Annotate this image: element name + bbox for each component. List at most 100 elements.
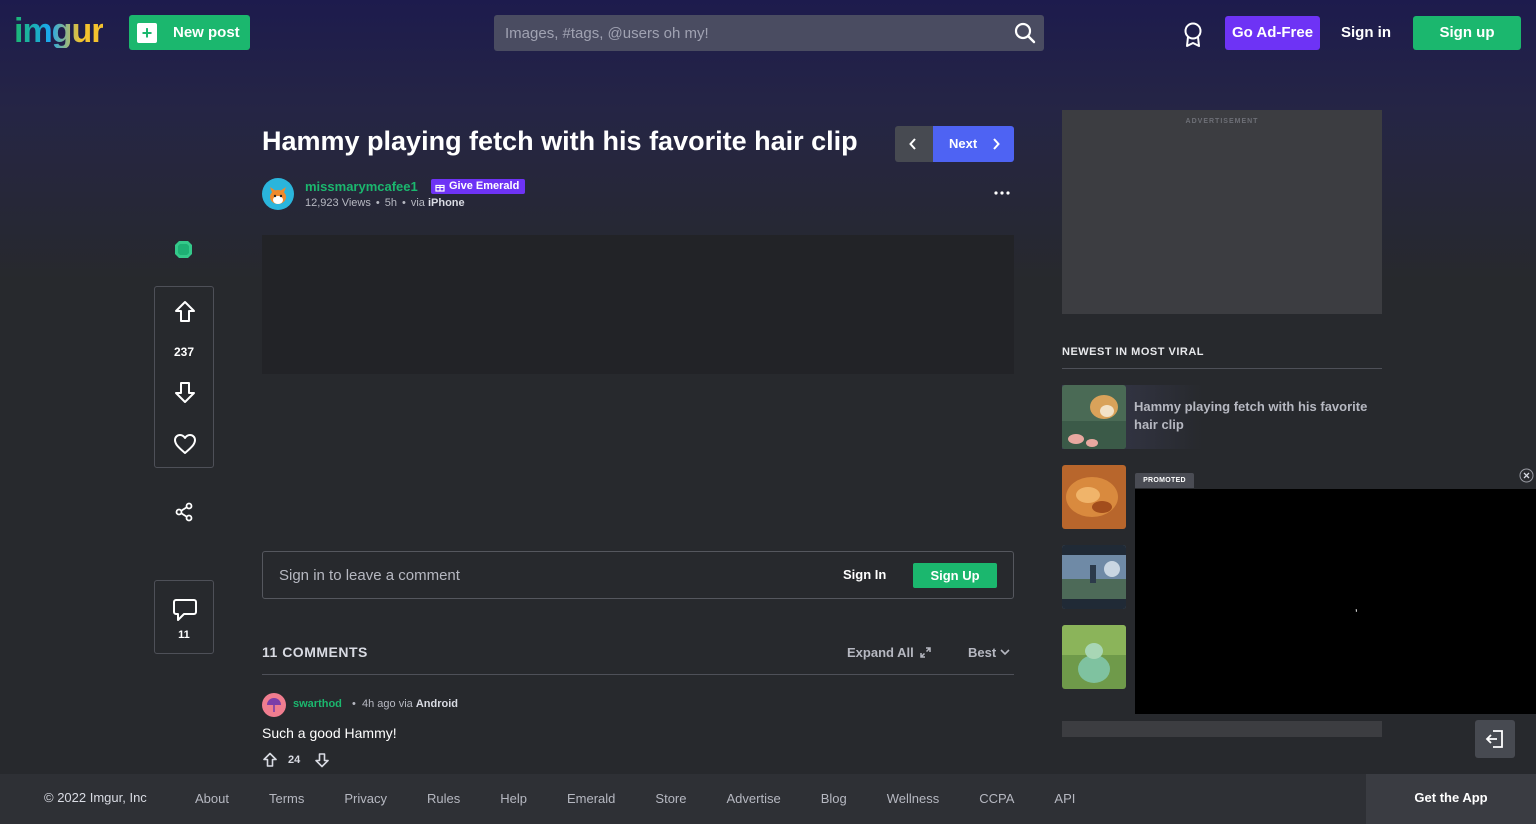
give-emerald-label: Give Emerald	[449, 180, 520, 192]
upvote-arrow-icon[interactable]	[174, 300, 196, 324]
sign-in-link[interactable]: Sign in	[1340, 16, 1392, 50]
author-username[interactable]: missmarymcafee1	[305, 179, 418, 194]
comments-divider	[262, 674, 1014, 675]
downvote-arrow-icon[interactable]	[174, 380, 196, 404]
footer-link-emerald[interactable]: Emerald	[567, 791, 615, 806]
footer-copyright: © 2022 Imgur, Inc	[44, 790, 147, 805]
umbrella-avatar-icon	[267, 698, 281, 712]
footer-link-blog[interactable]: Blog	[821, 791, 847, 806]
footer-links: About Terms Privacy Rules Help Emerald S…	[195, 791, 1115, 806]
comment-upvote-icon[interactable]	[262, 752, 278, 768]
comment-placeholder[interactable]: Sign in to leave a comment	[279, 567, 460, 584]
comment-downvote-icon[interactable]	[314, 752, 330, 768]
comments-heading: 11 COMMENTS	[262, 644, 368, 660]
imgur-logo[interactable]: imgur	[14, 14, 104, 48]
footer-link-privacy[interactable]: Privacy	[344, 791, 387, 806]
footer-link-store[interactable]: Store	[655, 791, 686, 806]
sign-up-button[interactable]: Sign up	[1413, 16, 1521, 50]
comment-username[interactable]: swarthod	[293, 698, 342, 710]
viral-divider	[1062, 368, 1382, 369]
comment-platform: Android	[415, 698, 458, 710]
comment-bubble-icon	[173, 599, 197, 621]
comment-signin-box: Sign in to leave a comment Sign In Sign …	[262, 551, 1014, 599]
vote-panel: 237	[154, 286, 214, 468]
author-avatar[interactable]	[262, 178, 294, 210]
share-icon[interactable]	[174, 502, 194, 522]
footer-link-rules[interactable]: Rules	[427, 791, 460, 806]
favorite-heart-icon[interactable]	[173, 433, 197, 455]
food-thumbnail-image	[1062, 465, 1126, 529]
expand-all-label: Expand All	[847, 645, 914, 660]
comment-score: 24	[288, 754, 301, 766]
post-title: Hammy playing fetch with his favorite ha…	[262, 126, 858, 156]
new-post-button[interactable]: + New post	[129, 15, 250, 50]
viral-thumbnail-forest[interactable]	[1062, 625, 1126, 689]
sort-label: Best	[968, 645, 997, 660]
comment-count: 11	[178, 629, 190, 641]
chevron-right-icon	[993, 138, 1000, 150]
expand-icon	[919, 647, 931, 658]
search-bar	[494, 15, 1044, 51]
top-header: imgur + New post Go Ad-Free Sign in Sign…	[0, 0, 1536, 66]
emerald-icon[interactable]	[174, 240, 193, 259]
hamster-thumbnail-image	[1062, 385, 1126, 449]
comment-text: Such a good Hammy!	[262, 725, 397, 741]
viral-item-title[interactable]: Hammy playing fetch with his favorite ha…	[1134, 398, 1382, 434]
promoted-label: PROMOTED	[1135, 473, 1194, 488]
go-ad-free-button[interactable]: Go Ad-Free	[1225, 16, 1320, 50]
via-label: via	[410, 197, 425, 209]
search-input[interactable]	[494, 15, 994, 51]
comment-meta: • 4h ago via Android	[352, 698, 458, 710]
comments-jump-button[interactable]: 11	[154, 580, 214, 654]
footer-link-wellness[interactable]: Wellness	[887, 791, 940, 806]
advertisement-slot[interactable]: ADVERTISEMENT	[1062, 110, 1382, 314]
gift-icon	[435, 184, 445, 192]
promoted-video-player[interactable]: ʼ	[1135, 489, 1536, 714]
viral-thumbnail-hammy[interactable]	[1062, 385, 1126, 449]
post-score: 237	[173, 345, 195, 359]
cat-avatar-icon	[270, 187, 286, 204]
expand-all-button[interactable]: Expand All	[847, 645, 931, 660]
exit-fullscreen-button[interactable]	[1475, 720, 1515, 758]
footer-link-ccpa[interactable]: CCPA	[979, 791, 1014, 806]
loading-spinner-icon: ʼ	[1355, 607, 1358, 621]
sidebar-placeholder-bar	[1062, 721, 1382, 737]
next-post-button[interactable]: Next	[933, 126, 1014, 162]
footer-link-terms[interactable]: Terms	[269, 791, 304, 806]
exit-icon	[1485, 730, 1503, 748]
commenter-avatar[interactable]	[262, 693, 286, 717]
chevron-down-icon	[1000, 649, 1010, 656]
comment-sign-in-link[interactable]: Sign In	[843, 567, 886, 582]
search-icon[interactable]	[1014, 22, 1036, 44]
advertisement-label: ADVERTISEMENT	[1185, 118, 1259, 125]
viral-thumbnail-zelda[interactable]	[1062, 545, 1126, 609]
more-options-icon[interactable]	[990, 183, 1014, 203]
viral-thumbnail-food[interactable]	[1062, 465, 1126, 529]
footer-link-help[interactable]: Help	[500, 791, 527, 806]
give-emerald-button[interactable]: Give Emerald	[431, 179, 526, 194]
close-ad-icon[interactable]	[1519, 468, 1534, 483]
new-post-label: New post	[173, 24, 240, 41]
previous-post-button[interactable]	[895, 126, 933, 162]
post-views: 12,923 Views	[305, 197, 371, 209]
comment-via: via	[398, 698, 413, 710]
next-label: Next	[949, 136, 978, 151]
chevron-left-icon	[909, 138, 916, 150]
comment-age: 4h ago	[361, 698, 396, 710]
game-meme-thumbnail-image	[1062, 545, 1126, 609]
plus-icon: +	[137, 22, 157, 43]
post-media-area[interactable]	[262, 235, 1014, 374]
post-age: 5h	[384, 197, 397, 209]
viral-heading: NEWEST IN MOST VIRAL	[1062, 346, 1204, 358]
footer-link-advertise[interactable]: Advertise	[727, 791, 781, 806]
post-platform: iPhone	[427, 197, 465, 209]
comment-sign-up-button[interactable]: Sign Up	[913, 563, 997, 588]
footer-link-api[interactable]: API	[1054, 791, 1075, 806]
award-ribbon-icon[interactable]	[1181, 22, 1205, 48]
forest-creature-thumbnail-image	[1062, 625, 1126, 689]
comment-sort-select[interactable]: Best	[968, 645, 1010, 660]
footer-link-about[interactable]: About	[195, 791, 229, 806]
post-meta: 12,923 Views • 5h • via iPhone	[305, 197, 465, 209]
get-the-app-button[interactable]: Get the App	[1366, 774, 1536, 824]
site-footer: © 2022 Imgur, Inc About Terms Privacy Ru…	[0, 774, 1536, 824]
